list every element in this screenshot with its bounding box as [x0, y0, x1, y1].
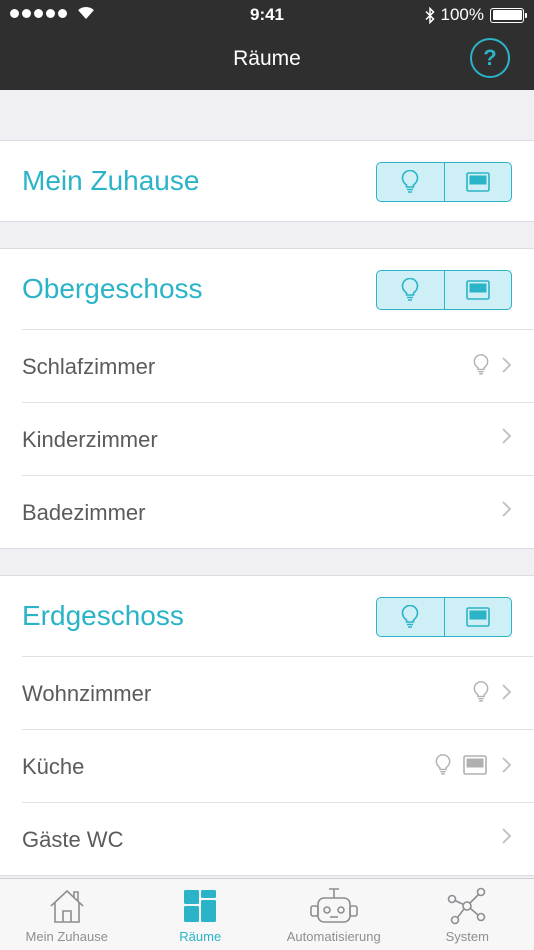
tab-bar: Mein Zuhause Räume Automatisierung Syste…	[0, 878, 534, 950]
light-toggle-button[interactable]	[377, 163, 444, 201]
room-label: Schlafzimmer	[22, 354, 156, 379]
room-label: Gäste WC	[22, 827, 124, 852]
page-title: Räume	[233, 47, 301, 70]
chevron-right-icon	[502, 428, 512, 444]
shutter-icon	[463, 755, 487, 775]
chevron-right-icon	[502, 684, 512, 700]
room-status-icons	[435, 754, 512, 776]
lightbulb-icon	[401, 605, 419, 628]
chevron-right-icon	[502, 828, 512, 844]
room-label: Wohnzimmer	[22, 681, 152, 706]
robot-icon	[309, 888, 358, 923]
room-label: Küche	[22, 754, 85, 779]
lightbulb-icon	[473, 354, 489, 375]
group-obergeschoss: Obergeschoss Schlafzimmer Kinderzimmer B…	[0, 248, 534, 549]
tab-automatisierung[interactable]: Automatisierung	[267, 879, 401, 950]
light-toggle-button[interactable]	[377, 598, 444, 636]
room-row-kinderzimmer[interactable]: Kinderzimmer	[22, 402, 534, 475]
room-row-wohnzimmer[interactable]: Wohnzimmer	[22, 656, 534, 729]
group-control-toggle	[376, 597, 512, 637]
light-toggle-button[interactable]	[377, 271, 444, 309]
chevron-right-icon	[502, 357, 512, 373]
shutter-icon	[465, 607, 490, 627]
room-status-icons	[501, 427, 512, 445]
group-control-toggle	[376, 270, 512, 310]
room-status-icons	[501, 827, 512, 845]
rooms-list: Mein Zuhause Obergeschoss Schlafzimmer K…	[0, 90, 534, 876]
room-row-kueche[interactable]: Küche	[22, 729, 534, 802]
tab-raeume[interactable]: Räume	[134, 879, 268, 950]
lightbulb-icon	[401, 278, 419, 301]
tab-label: Mein Zuhause	[25, 929, 108, 944]
chevron-right-icon	[502, 501, 512, 517]
shutter-icon	[465, 172, 490, 192]
room-status-icons	[501, 500, 512, 518]
shutter-icon	[465, 280, 490, 300]
group-title: Erdgeschoss	[22, 600, 184, 631]
shutter-toggle-button[interactable]	[443, 163, 512, 201]
tab-label: Räume	[179, 929, 222, 944]
group-mein-zuhause: Mein Zuhause	[0, 140, 534, 222]
group-title: Mein Zuhause	[22, 165, 200, 196]
tab-mein-zuhause[interactable]: Mein Zuhause	[0, 879, 134, 950]
lightbulb-icon	[473, 681, 489, 702]
tab-label: System	[445, 929, 489, 944]
shutter-toggle-button[interactable]	[443, 598, 512, 636]
group-header: Erdgeschoss	[0, 576, 534, 656]
room-status-icons	[473, 681, 512, 703]
lightbulb-icon	[435, 754, 451, 775]
group-header: Mein Zuhause	[0, 141, 534, 221]
house-icon	[50, 889, 84, 923]
battery-percent: 100%	[440, 5, 484, 24]
tab-system[interactable]: System	[401, 879, 534, 950]
network-icon	[447, 887, 486, 925]
rooms-grid-icon	[184, 890, 217, 922]
help-button[interactable]: ?	[470, 38, 510, 78]
group-header: Obergeschoss	[0, 249, 534, 329]
chevron-right-icon	[502, 757, 512, 773]
group-erdgeschoss: Erdgeschoss Wohnzimmer Küche Gäste WC	[0, 575, 534, 876]
room-row-schlafzimmer[interactable]: Schlafzimmer	[22, 329, 534, 402]
bluetooth-icon	[424, 6, 435, 24]
shutter-toggle-button[interactable]	[443, 271, 512, 309]
navigation-bar: Räume ?	[0, 30, 534, 90]
room-label: Kinderzimmer	[22, 427, 158, 452]
room-label: Badezimmer	[22, 500, 146, 525]
status-right: 100%	[424, 5, 527, 25]
tab-label: Automatisierung	[286, 929, 381, 944]
group-title: Obergeschoss	[22, 273, 203, 304]
room-status-icons	[473, 354, 512, 376]
room-row-badezimmer[interactable]: Badezimmer	[22, 475, 534, 548]
room-row-gaeste-wc[interactable]: Gäste WC	[22, 802, 534, 875]
group-control-toggle	[376, 162, 512, 202]
battery-icon	[490, 7, 527, 23]
lightbulb-icon	[401, 170, 419, 193]
status-bar: 9:41 100%	[0, 0, 534, 30]
